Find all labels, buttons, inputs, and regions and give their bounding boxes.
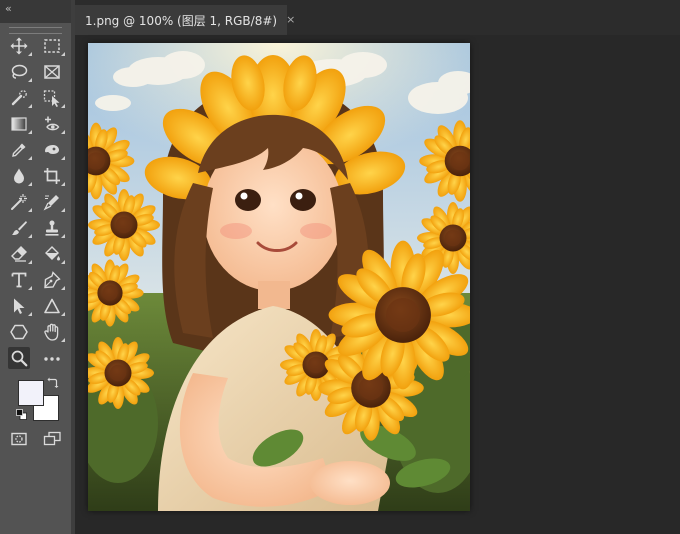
object-selection-tool[interactable] [41,87,65,109]
pen-tool[interactable] [41,269,65,291]
swap-colors-icon[interactable] [47,376,59,388]
arrow-cursor-icon [14,298,25,314]
more-tools[interactable] [41,347,63,369]
move-tool[interactable] [8,35,32,57]
rectangular-marquee-icon [44,39,60,53]
magic-wand-tool[interactable] [8,191,32,213]
color-replacement-tool[interactable] [41,191,65,213]
lasso-icon [11,64,28,79]
patch-icon [45,145,59,154]
brush-tool[interactable] [8,217,32,239]
eye-plus-icon [45,116,60,131]
quick-selection-icon [11,90,27,106]
toolbar: « [0,0,71,534]
toolbar-header: « [0,0,71,23]
pen-icon [44,271,61,289]
eyedropper-icon [12,143,26,157]
view-tool[interactable] [41,113,65,135]
quick-mask-icon [11,432,27,446]
quick-selection-tool[interactable] [8,87,32,109]
magic-wand-icon [11,194,27,210]
crop-tool[interactable] [41,165,65,187]
frame-icon [44,65,60,79]
eyedropper-tool[interactable] [8,139,32,161]
more-icon [44,357,60,361]
gradient-tool[interactable] [8,113,32,135]
document-tab[interactable]: 1.png @ 100% (图层 1, RGB/8#) × [75,5,295,35]
document-tab-title: 1.png @ 100% (图层 1, RGB/8#) [85,13,278,28]
triangle-icon [44,298,60,314]
brush-icon [12,221,27,235]
color-replacement-icon [43,195,59,211]
lasso-tool[interactable] [8,61,32,83]
hand-tool[interactable] [41,321,65,343]
eraser-tool[interactable] [8,243,32,265]
screen-mode-icon [43,431,61,446]
blur-tool[interactable] [8,165,32,187]
polygon-tool[interactable] [8,321,30,343]
path-selection-tool[interactable] [8,295,32,317]
collapse-panel-icon[interactable]: « [5,3,12,15]
frame-tool[interactable] [41,61,63,83]
hand-icon [44,323,59,341]
quick-mask-button[interactable] [8,428,30,450]
move-icon [10,37,28,55]
document-tab-bar: 1.png @ 100% (图层 1, RGB/8#) × [75,0,680,35]
default-colors-icon[interactable] [16,409,27,420]
type-tool[interactable] [8,269,32,291]
triangle-tool[interactable] [41,295,65,317]
rectangular-marquee-tool[interactable] [41,35,65,57]
foreground-color-swatch[interactable] [18,380,44,406]
object-selection-icon [43,90,60,107]
paint-bucket-icon [45,246,60,261]
zoom-tool[interactable] [8,347,30,369]
gradient-icon [11,117,27,131]
eraser-icon [11,246,27,262]
crop-icon [44,168,60,184]
toolbar-grip[interactable] [9,27,62,34]
paint-bucket-tool[interactable] [41,243,65,265]
type-icon [11,272,27,288]
canvas-illustration [88,43,470,511]
hexagon-icon [10,324,28,340]
stamp-icon [45,220,59,236]
clone-stamp-tool[interactable] [41,217,65,239]
document-canvas[interactable] [88,43,470,511]
blur-drop-icon [14,168,24,184]
close-tab-icon[interactable]: × [286,14,295,26]
zoom-icon [11,350,28,367]
screen-mode-button[interactable] [41,428,63,450]
patch-tool[interactable] [41,139,65,161]
